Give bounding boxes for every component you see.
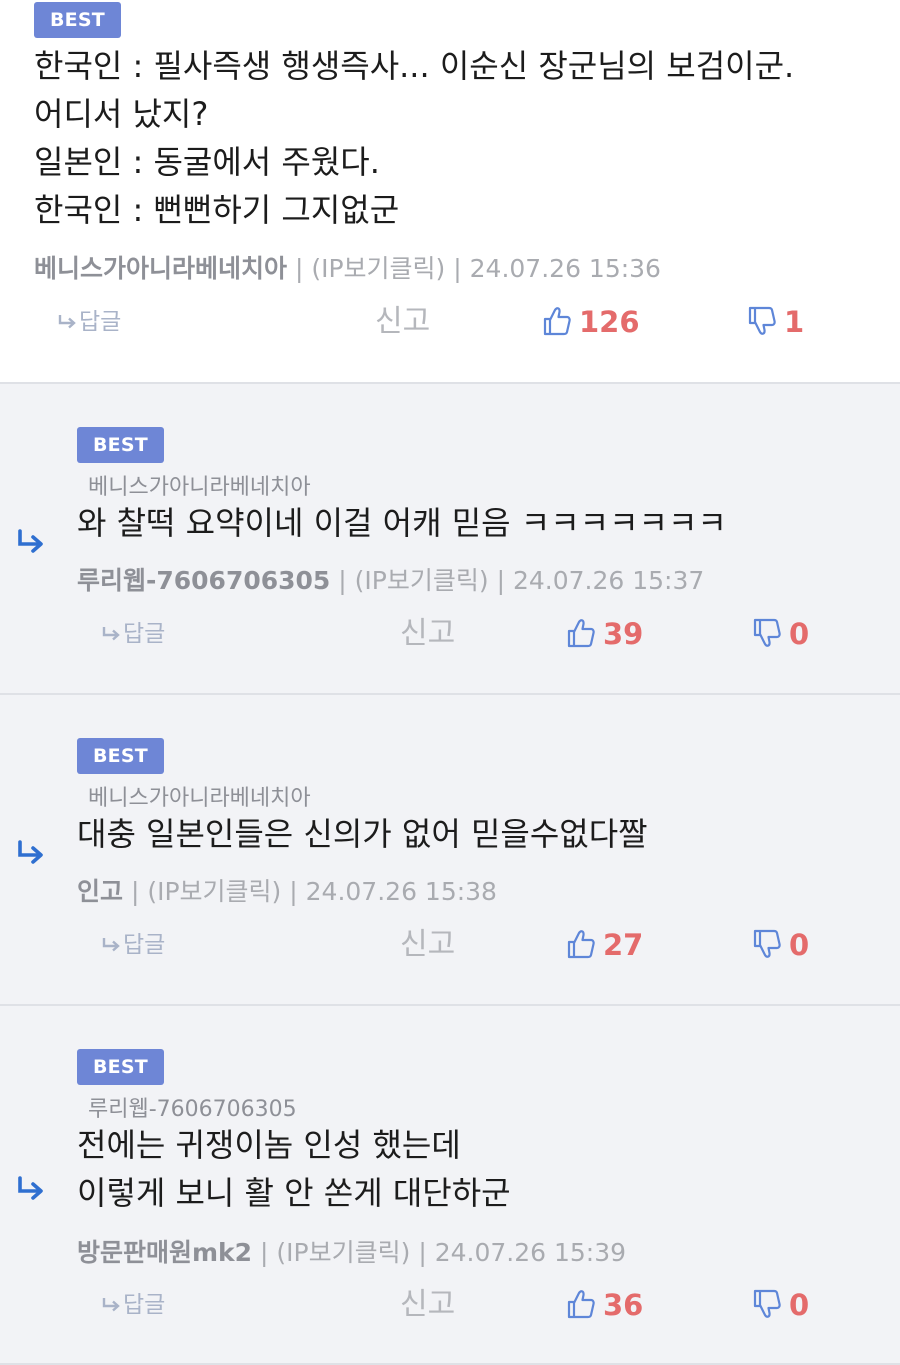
dislike-count: 0 [789, 1288, 810, 1322]
comment-line: 한국인 : 필사즉생 행생즉사... 이순신 장군님의 보검이군. [34, 47, 795, 85]
timestamp: 24.07.26 15:37 [512, 566, 705, 595]
report-button[interactable]: 신고 [400, 922, 455, 968]
comment-meta: 베니스가아니라베네치아 | (IP보기클릭) | 24.07.26 15:36 [34, 249, 661, 285]
like-button[interactable]: 27 [567, 922, 643, 968]
best-badge: BEST [77, 1049, 164, 1085]
ip-link[interactable]: (IP보기클릭) [355, 566, 489, 595]
comment-text: 와 찰떡 요약이네 이걸 어캐 믿음 ㅋㅋㅋㅋㅋㅋㅋ [77, 499, 727, 547]
separator: | [260, 1238, 277, 1267]
parent-author: 베니스가아니라베네치아 [88, 786, 311, 811]
reply-comment-item: BEST 베니스가아니라베네치아 대충 일본인들은 신의가 없어 믿을수없다짤 … [0, 693, 900, 1004]
dislike-count: 0 [789, 617, 810, 651]
ip-link[interactable]: (IP보기클릭) [147, 877, 281, 906]
comment-actions: 답글 신고 27 0 [0, 922, 900, 968]
separator: | [453, 254, 470, 283]
thumbs-down-icon [753, 929, 781, 958]
reply-arrow-icon [18, 840, 43, 864]
thumbs-up-icon [567, 930, 595, 959]
dislike-count: 1 [784, 305, 805, 339]
dislike-button[interactable]: 0 [753, 922, 809, 968]
reply-small-icon [102, 627, 120, 641]
comment-line: 일본인 : 동굴에서 주웠다. [34, 143, 380, 181]
timestamp: 24.07.26 15:38 [305, 877, 497, 906]
thumbs-up-icon [567, 619, 595, 648]
comment-text: 대충 일본인들은 신의가 없어 믿을수없다짤 [77, 810, 648, 858]
report-button[interactable]: 신고 [375, 299, 430, 345]
dislike-button[interactable]: 0 [753, 1282, 809, 1328]
comment-line: 대충 일본인들은 신의가 없어 믿을수없다짤 [77, 815, 648, 853]
comment-meta: 인고 | (IP보기클릭) | 24.07.26 15:38 [77, 872, 497, 908]
comment-meta: 방문판매원mk2 | (IP보기클릭) | 24.07.26 15:39 [77, 1233, 626, 1269]
dislike-button[interactable]: 1 [748, 299, 804, 345]
author-name[interactable]: 베니스가아니라베네치아 [34, 254, 287, 283]
comment-actions: 답글 신고 126 1 [0, 299, 900, 345]
reply-button[interactable]: 답글 [58, 299, 121, 345]
author-name[interactable]: 루리웹-7606706305 [77, 566, 330, 595]
comment-line: 와 찰떡 요약이네 이걸 어캐 믿음 ㅋㅋㅋㅋㅋㅋㅋ [77, 504, 727, 542]
timestamp: 24.07.26 15:39 [434, 1238, 627, 1267]
separator: | [418, 1238, 435, 1267]
comment-line: 전에는 귀쟁이놈 인성 했는데 [77, 1126, 461, 1164]
like-count: 126 [579, 305, 640, 339]
comment-actions: 답글 신고 36 0 [0, 1282, 900, 1328]
reply-arrow-icon [18, 1176, 43, 1200]
reply-small-icon [102, 938, 120, 952]
parent-author: 베니스가아니라베네치아 [88, 475, 311, 500]
best-badge: BEST [77, 427, 164, 463]
separator: | [289, 877, 306, 906]
best-badge: BEST [77, 738, 164, 774]
timestamp: 24.07.26 15:36 [469, 254, 661, 283]
reply-button[interactable]: 답글 [102, 611, 165, 657]
reply-button[interactable]: 답글 [102, 1282, 165, 1328]
reply-comment-item: BEST 루리웹-7606706305 전에는 귀쟁이놈 인성 했는데 이렇게 … [0, 1004, 900, 1365]
thumbs-up-icon [543, 307, 571, 336]
like-button[interactable]: 39 [567, 611, 643, 657]
reply-label: 답글 [79, 309, 122, 335]
author-name[interactable]: 인고 [77, 877, 123, 906]
comment-line: 어디서 났지? [34, 95, 209, 133]
best-badge: BEST [34, 2, 121, 38]
reply-label: 답글 [123, 1292, 166, 1318]
report-button[interactable]: 신고 [400, 1282, 455, 1328]
comment-text: 한국인 : 필사즉생 행생즉사... 이순신 장군님의 보검이군. 어디서 났지… [34, 42, 794, 234]
thumbs-down-icon [753, 618, 781, 647]
reply-small-icon [58, 315, 76, 329]
reply-label: 답글 [123, 932, 166, 958]
ip-link[interactable]: (IP보기클릭) [276, 1238, 410, 1267]
reply-arrow-icon [18, 529, 43, 553]
thumbs-down-icon [748, 306, 776, 335]
separator: | [496, 566, 513, 595]
like-button[interactable]: 36 [567, 1282, 643, 1328]
like-count: 27 [603, 928, 644, 962]
comment-line: 이렇게 보니 활 안 쏜게 대단하군 [77, 1174, 511, 1212]
reply-small-icon [102, 1298, 120, 1312]
comment-text: 전에는 귀쟁이놈 인성 했는데 이렇게 보니 활 안 쏜게 대단하군 [77, 1121, 511, 1217]
ip-link[interactable]: (IP보기클릭) [311, 254, 445, 283]
separator: | [294, 254, 312, 283]
like-count: 36 [603, 1288, 644, 1322]
reply-button[interactable]: 답글 [102, 922, 165, 968]
comment-actions: 답글 신고 39 0 [0, 611, 900, 657]
parent-author: 루리웹-7606706305 [88, 1097, 297, 1122]
author-name[interactable]: 방문판매원mk2 [77, 1238, 252, 1267]
separator: | [338, 566, 355, 595]
dislike-button[interactable]: 0 [753, 611, 809, 657]
thumbs-up-icon [567, 1290, 595, 1319]
report-button[interactable]: 신고 [400, 611, 455, 657]
separator: | [130, 877, 148, 906]
reply-comment-item: BEST 베니스가아니라베네치아 와 찰떡 요약이네 이걸 어캐 믿음 ㅋㅋㅋㅋ… [0, 382, 900, 693]
like-count: 39 [603, 617, 644, 651]
comment-meta: 루리웹-7606706305 | (IP보기클릭) | 24.07.26 15:… [77, 561, 704, 597]
thumbs-down-icon [753, 1289, 781, 1318]
comment-line: 한국인 : 뻔뻔하기 그지없군 [34, 191, 400, 229]
like-button[interactable]: 126 [543, 299, 640, 345]
reply-label: 답글 [123, 621, 166, 647]
comment-item: BEST 한국인 : 필사즉생 행생즉사... 이순신 장군님의 보검이군. 어… [0, 0, 900, 382]
dislike-count: 0 [789, 928, 810, 962]
